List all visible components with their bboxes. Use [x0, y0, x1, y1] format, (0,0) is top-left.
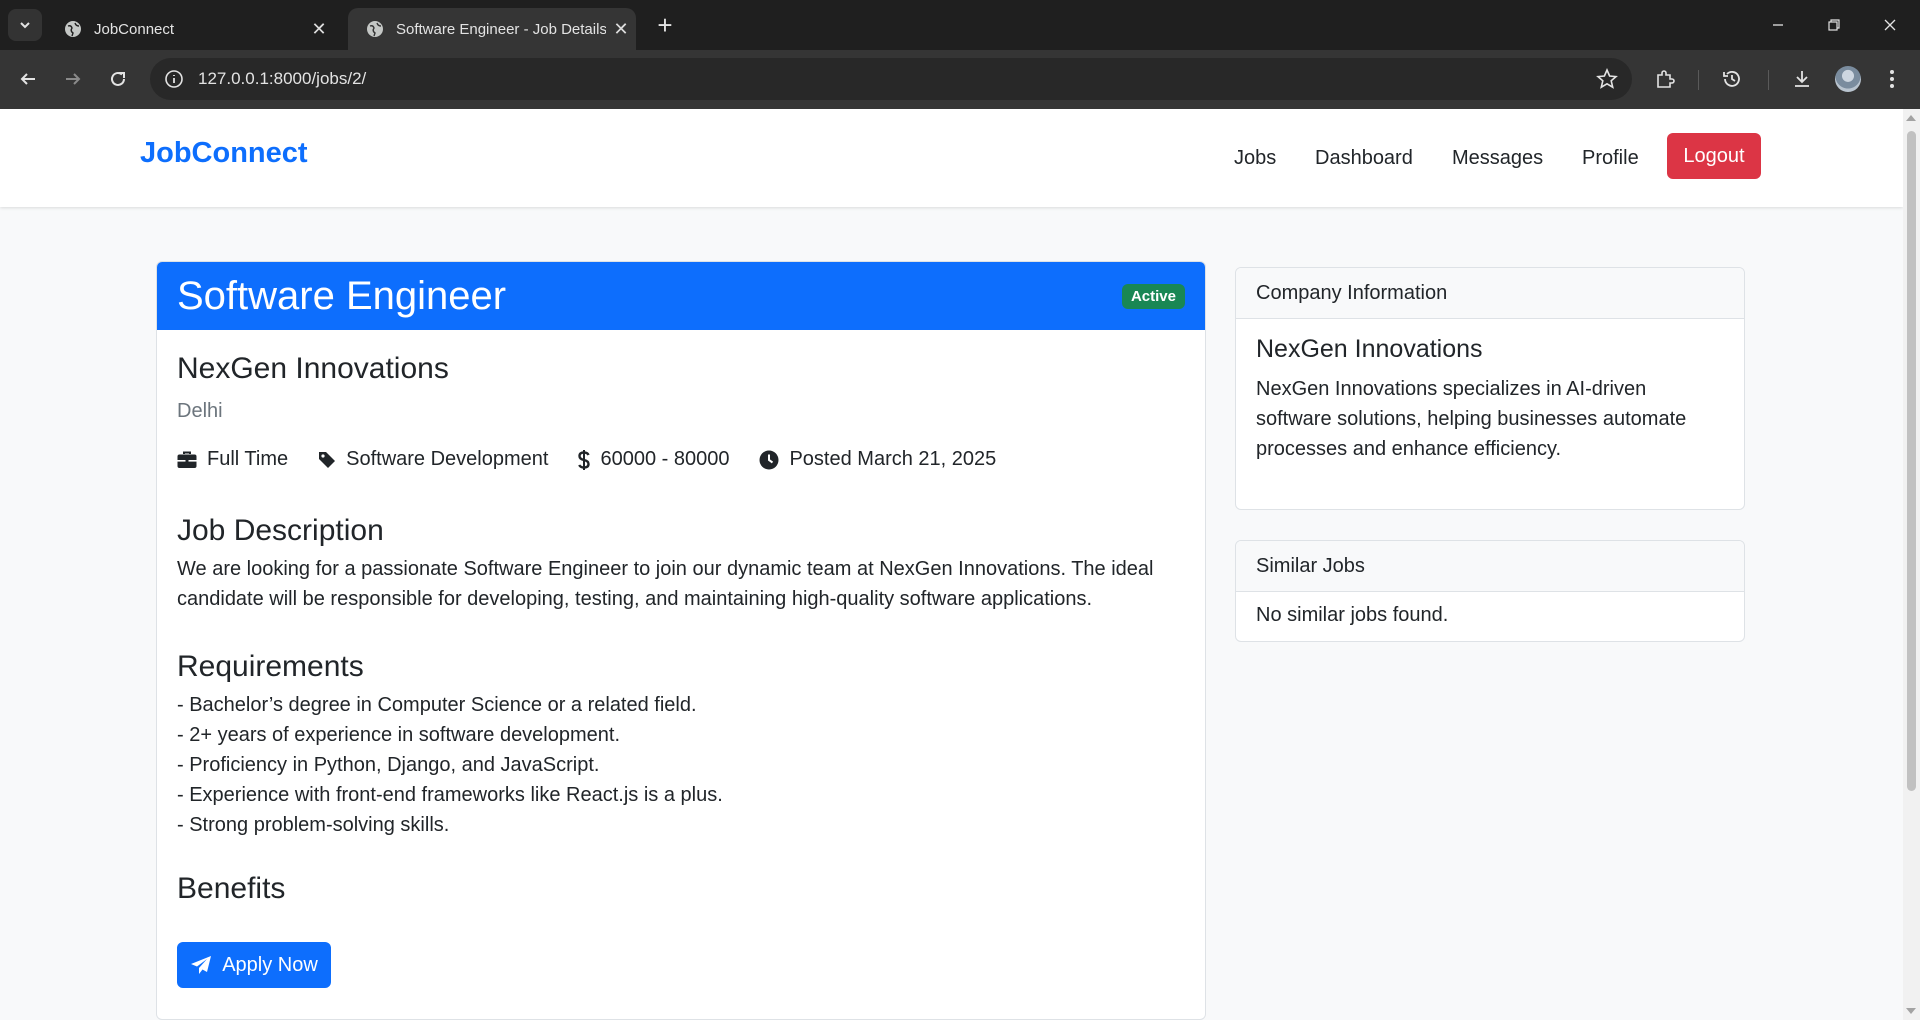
- globe-icon: [367, 21, 383, 37]
- paper-plane-icon: [191, 956, 212, 974]
- forward-button[interactable]: [55, 61, 91, 97]
- apply-now-label: Apply Now: [222, 953, 318, 976]
- restore-button[interactable]: [1806, 0, 1862, 50]
- nav-link-jobs[interactable]: Jobs: [1234, 147, 1276, 170]
- job-salary: 60000 - 80000: [578, 448, 729, 471]
- profile-avatar[interactable]: [1835, 66, 1861, 92]
- browser-menu-button[interactable]: [1880, 67, 1904, 91]
- tab-title: JobConnect: [94, 20, 175, 38]
- requirement-item: - Strong problem-solving skills.: [177, 814, 450, 836]
- brand-logo[interactable]: JobConnect: [140, 137, 308, 170]
- reload-button[interactable]: [100, 61, 136, 97]
- job-salary-text: 60000 - 80000: [600, 448, 730, 470]
- sidebar-company-name: NexGen Innovations: [1256, 335, 1483, 363]
- url-text[interactable]: 127.0.0.1:8000/jobs/2/: [198, 69, 366, 89]
- requirement-item: - 2+ years of experience in software dev…: [177, 724, 621, 746]
- company-name: NexGen Innovations: [177, 352, 449, 385]
- clock-icon: [759, 450, 779, 469]
- download-icon: [1795, 71, 1809, 87]
- dollar-icon: [578, 449, 591, 470]
- info-icon[interactable]: [164, 69, 184, 89]
- job-posted-text: Posted March 21, 2025: [789, 448, 997, 470]
- puzzle-icon: [1657, 70, 1675, 88]
- minimize-icon: [1773, 24, 1783, 26]
- browser-toolbar: 127.0.0.1:8000/jobs/2/: [0, 50, 1920, 109]
- close-window-button[interactable]: [1862, 0, 1918, 50]
- page-scrollbar[interactable]: [1903, 109, 1920, 1020]
- similar-jobs-card: Similar Jobs No similar jobs found.: [1235, 540, 1745, 642]
- page-viewport: JobConnect Jobs Dashboard Messages Profi…: [0, 109, 1903, 1020]
- company-info-body: NexGen Innovations NexGen Innovations sp…: [1236, 319, 1744, 484]
- job-detail-card: Software Engineer Active NexGen Innovati…: [156, 261, 1206, 1020]
- globe-icon: [65, 21, 81, 37]
- tab-title: Software Engineer - Job Details: [396, 20, 606, 38]
- similar-jobs-empty: No similar jobs found.: [1256, 604, 1449, 626]
- company-info-card: Company Information NexGen Innovations N…: [1235, 267, 1745, 510]
- job-header: Software Engineer Active: [157, 262, 1205, 330]
- job-category: Software Development: [318, 448, 548, 471]
- address-bar[interactable]: 127.0.0.1:8000/jobs/2/: [150, 58, 1632, 100]
- description-heading: Job Description: [177, 514, 384, 547]
- job-posted: Posted March 21, 2025: [759, 448, 996, 471]
- sidebar-company-description: NexGen Innovations specializes in AI-dri…: [1256, 378, 1687, 460]
- arrow-right-icon: [66, 73, 81, 85]
- status-badge: Active: [1121, 284, 1185, 309]
- nav-link-messages[interactable]: Messages: [1452, 147, 1543, 170]
- restore-icon: [1828, 19, 1840, 31]
- benefits-heading: Benefits: [177, 872, 286, 905]
- chevron-down-icon: [20, 22, 30, 29]
- tab-jobconnect[interactable]: JobConnect ✕: [46, 8, 334, 50]
- job-location: Delhi: [177, 400, 223, 422]
- scrollbar-thumb[interactable]: [1907, 131, 1916, 791]
- job-type: Full Time: [177, 448, 288, 471]
- job-meta-row: Full Time Software Development 60000 - 8…: [177, 448, 1026, 471]
- minimize-button[interactable]: [1750, 0, 1806, 50]
- requirements-list: - Bachelor’s degree in Computer Science …: [177, 690, 723, 840]
- browser-tab-bar: JobConnect ✕ Software Engineer - Job Det…: [0, 0, 1920, 50]
- briefcase-icon: [177, 451, 197, 468]
- requirements-heading: Requirements: [177, 650, 364, 683]
- back-button[interactable]: [10, 61, 46, 97]
- nav-link-profile[interactable]: Profile: [1582, 147, 1639, 170]
- new-tab-button[interactable]: +: [650, 10, 680, 40]
- requirement-item: - Experience with front-end frameworks l…: [177, 784, 723, 806]
- arrow-left-icon: [20, 73, 35, 85]
- job-category-text: Software Development: [346, 448, 549, 470]
- close-icon: [1884, 19, 1896, 31]
- scroll-up-arrow[interactable]: [1906, 115, 1916, 121]
- requirement-item: - Proficiency in Python, Django, and Jav…: [177, 754, 600, 776]
- downloads-button[interactable]: [1790, 67, 1814, 91]
- description-text: We are looking for a passionate Software…: [177, 558, 1154, 610]
- similar-jobs-header: Similar Jobs: [1236, 541, 1744, 592]
- job-type-text: Full Time: [207, 448, 289, 470]
- reload-icon: [111, 71, 125, 86]
- extensions-button[interactable]: [1653, 67, 1677, 91]
- job-title: Software Engineer: [177, 274, 507, 318]
- close-tab-icon[interactable]: ✕: [606, 19, 636, 40]
- history-icon: [1723, 71, 1740, 87]
- company-info-header: Company Information: [1236, 268, 1744, 319]
- nav-link-dashboard[interactable]: Dashboard: [1315, 147, 1413, 170]
- scroll-down-arrow[interactable]: [1906, 1008, 1916, 1014]
- close-tab-icon[interactable]: ✕: [304, 19, 334, 40]
- star-icon[interactable]: [1596, 68, 1618, 90]
- requirement-item: - Bachelor’s degree in Computer Science …: [177, 694, 697, 716]
- apply-now-button[interactable]: Apply Now: [177, 942, 331, 988]
- tab-search-button[interactable]: [8, 9, 42, 41]
- tag-icon: [319, 451, 336, 468]
- tab-job-details[interactable]: Software Engineer - Job Details ✕: [348, 8, 636, 50]
- toolbar-divider: [1768, 70, 1769, 90]
- history-button[interactable]: [1720, 67, 1744, 91]
- logout-button[interactable]: Logout: [1667, 133, 1761, 179]
- kebab-menu-icon: [1890, 70, 1894, 88]
- site-navbar: JobConnect Jobs Dashboard Messages Profi…: [0, 109, 1903, 207]
- toolbar-divider: [1698, 70, 1699, 90]
